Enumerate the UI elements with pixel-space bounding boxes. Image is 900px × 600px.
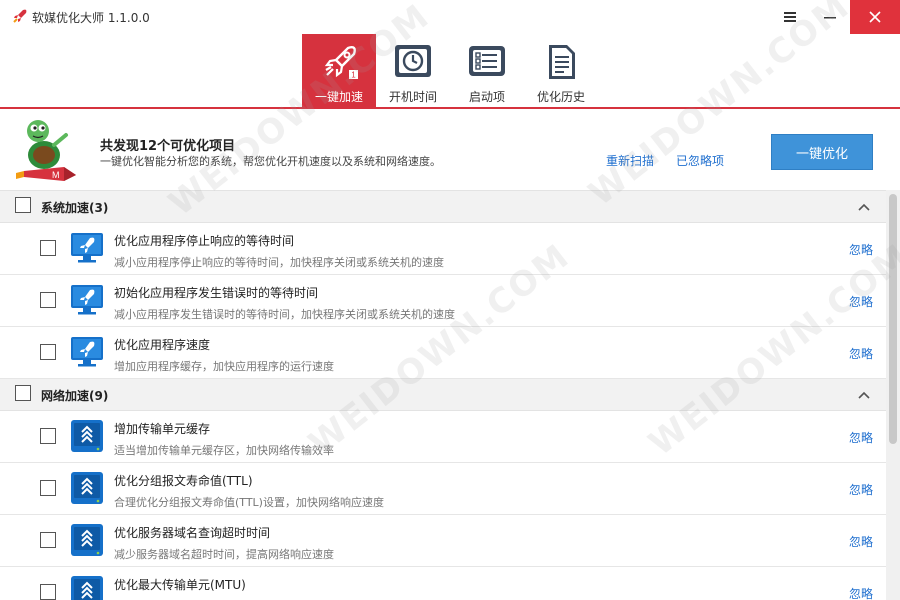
item-title: 优化服务器域名查询超时时间 — [114, 526, 271, 540]
minimize-icon — [824, 17, 836, 19]
ignore-link[interactable]: 忽略 — [849, 429, 873, 446]
item-checkbox[interactable] — [40, 344, 56, 360]
group-header-network[interactable]: 网络加速(9) — [0, 379, 886, 411]
tab-startup-items[interactable]: 启动项 — [450, 34, 524, 107]
item-title: 优化最大传输单元(MTU) — [114, 578, 246, 592]
tab-optimize-history[interactable]: 优化历史 — [524, 34, 598, 107]
tab-label: 启动项 — [468, 90, 505, 104]
network-drive-icon — [71, 524, 103, 556]
item-checkbox[interactable] — [40, 292, 56, 308]
tab-label: 优化历史 — [536, 90, 585, 104]
tab-label: 开机时间 — [388, 90, 437, 104]
list-scrollbar[interactable] — [886, 190, 900, 600]
ignore-link[interactable]: 忽略 — [849, 585, 873, 600]
network-drive-icon — [71, 420, 103, 452]
svg-text:M: M — [52, 170, 60, 180]
tab-label: 一键加速 — [314, 90, 363, 104]
group-title: 网络加速(9) — [41, 389, 109, 403]
hamburger-menu-icon — [784, 12, 796, 22]
close-icon — [869, 11, 881, 23]
item-description: 适当增加传输单元缓存区，加快网络传输效率 — [114, 444, 334, 457]
group-checkbox[interactable] — [15, 385, 31, 401]
item-title: 初始化应用程序发生错误时的等待时间 — [114, 286, 319, 300]
optimization-list: 系统加速(3) 优化应用程序停止响应的等待时间 减小应用程序停止响应的等待时间，… — [0, 190, 886, 600]
document-icon — [549, 45, 575, 79]
list-item[interactable]: 优化应用程序停止响应的等待时间 减小应用程序停止响应的等待时间，加快程序关闭或系… — [0, 223, 886, 275]
summary-title: 共发现12个可优化项目 — [100, 139, 236, 154]
item-checkbox[interactable] — [40, 480, 56, 496]
minimize-button[interactable] — [810, 0, 850, 34]
rescan-link[interactable]: 重新扫描 — [606, 152, 654, 169]
item-checkbox[interactable] — [40, 584, 56, 600]
chevron-up-icon[interactable] — [857, 388, 871, 402]
close-button[interactable] — [850, 0, 900, 34]
svg-text:1: 1 — [351, 71, 356, 80]
monitor-rocket-icon — [71, 337, 103, 367]
item-checkbox[interactable] — [40, 532, 56, 548]
main-tabs: 1 一键加速 开机时间 启动项 优化历史 — [0, 34, 900, 109]
list-item[interactable]: 增加传输单元缓存 适当增加传输单元缓存区，加快网络传输效率 忽略 — [0, 411, 886, 463]
item-checkbox[interactable] — [40, 428, 56, 444]
ignore-link[interactable]: 忽略 — [849, 481, 873, 498]
list-item[interactable]: 优化服务器域名查询超时时间 减少服务器域名超时时间，提高网络响应速度 忽略 — [0, 515, 886, 567]
item-title: 优化应用程序速度 — [114, 338, 211, 352]
item-title: 优化应用程序停止响应的等待时间 — [114, 234, 295, 248]
ignore-link[interactable]: 忽略 — [849, 293, 873, 310]
item-description: 减少服务器域名超时时间，提高网络响应速度 — [114, 548, 334, 561]
checklist-icon — [469, 46, 505, 76]
ignore-link[interactable]: 忽略 — [849, 345, 873, 362]
ignored-items-link[interactable]: 已忽略项 — [676, 152, 724, 169]
item-description: 减小应用程序停止响应的等待时间，加快程序关闭或系统关机的速度 — [114, 256, 444, 269]
item-description: 减小应用程序发生错误时的等待时间，加快程序关闭或系统关机的速度 — [114, 308, 455, 321]
ignore-link[interactable]: 忽略 — [849, 241, 873, 258]
tab-one-click-speedup[interactable]: 1 一键加速 — [302, 34, 376, 107]
list-item[interactable]: 优化分组报文寿命值(TTL) 合理优化分组报文寿命值(TTL)设置，加快网络响应… — [0, 463, 886, 515]
app-title: 软媒优化大师 1.1.0.0 — [32, 11, 150, 25]
item-checkbox[interactable] — [40, 240, 56, 256]
clock-icon — [395, 45, 431, 77]
rocket-icon: 1 — [324, 46, 358, 80]
scan-summary: M 共发现12个可优化项目 一键优化智能分析您的系统，帮您优化开机速度以及系统和… — [0, 111, 900, 190]
monitor-rocket-icon — [71, 285, 103, 315]
network-drive-icon — [71, 472, 103, 504]
one-click-optimize-button[interactable]: 一键优化 — [771, 134, 873, 170]
ignore-link[interactable]: 忽略 — [849, 533, 873, 550]
turtle-rocket-mascot-icon: M — [16, 120, 76, 181]
item-description: 增加应用程序缓存，加快应用程序的运行速度 — [114, 360, 334, 373]
tab-boot-time[interactable]: 开机时间 — [376, 34, 450, 107]
group-title: 系统加速(3) — [41, 201, 109, 215]
item-title: 增加传输单元缓存 — [114, 422, 211, 436]
rocket-icon — [13, 9, 27, 23]
monitor-rocket-icon — [71, 233, 103, 263]
item-description: 合理优化分组报文寿命值(TTL)设置，加快网络响应速度 — [114, 496, 384, 509]
scroll-thumb[interactable] — [889, 194, 897, 444]
summary-description: 一键优化智能分析您的系统，帮您优化开机速度以及系统和网络速度。 — [100, 155, 441, 168]
group-header-system[interactable]: 系统加速(3) — [0, 191, 886, 223]
list-item[interactable]: 优化应用程序速度 增加应用程序缓存，加快应用程序的运行速度 忽略 — [0, 327, 886, 379]
title-bar: 软媒优化大师 1.1.0.0 — [0, 0, 900, 34]
menu-button[interactable] — [770, 0, 810, 34]
item-title: 优化分组报文寿命值(TTL) — [114, 474, 253, 488]
group-checkbox[interactable] — [15, 197, 31, 213]
list-item[interactable]: 优化最大传输单元(MTU) 忽略 — [0, 567, 886, 600]
list-item[interactable]: 初始化应用程序发生错误时的等待时间 减小应用程序发生错误时的等待时间，加快程序关… — [0, 275, 886, 327]
network-drive-icon — [71, 576, 103, 600]
chevron-up-icon[interactable] — [857, 200, 871, 214]
